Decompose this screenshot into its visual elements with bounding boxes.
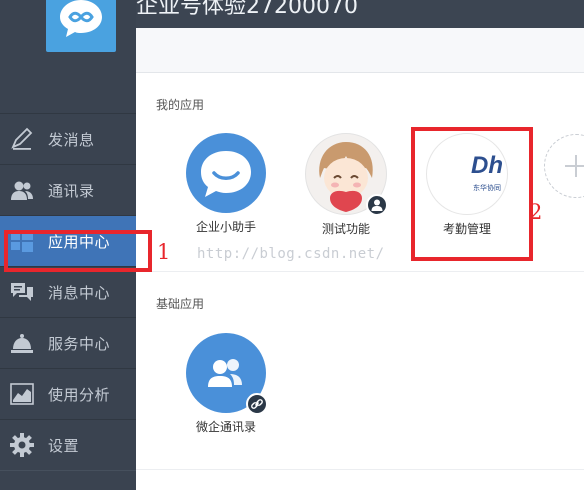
plus-icon <box>565 155 584 177</box>
add-app-button[interactable] <box>544 134 584 198</box>
annotation-label-1: 1 <box>157 240 171 264</box>
section-divider <box>136 469 584 470</box>
app-test-function[interactable]: 测试功能 <box>298 133 394 237</box>
content-toolbar <box>136 28 584 73</box>
sidebar-item-usage-analysis[interactable]: 使用分析 <box>0 368 136 420</box>
page-title: 企业号体验27200070 <box>136 0 358 19</box>
top-header: 企业号体验27200070 <box>136 0 584 28</box>
pencil-icon <box>11 127 33 150</box>
app-wechat-contacts[interactable]: 微企通讯录 <box>178 333 274 435</box>
sidebar-item-label: 通讯录 <box>48 182 95 200</box>
app-logo[interactable] <box>46 0 116 52</box>
app-name: 测试功能 <box>321 222 370 236</box>
sidebar-item-settings[interactable]: 设置 <box>0 419 136 471</box>
sidebar-item-label: 服务中心 <box>48 335 111 353</box>
chat-bubbles-icon <box>11 283 33 301</box>
app-name: 企业小助手 <box>195 220 256 234</box>
annotation-box-1 <box>4 230 152 272</box>
sidebar-item-label: 发消息 <box>48 131 95 149</box>
sidebar-item-message-center[interactable]: 消息中心 <box>0 266 136 318</box>
sidebar-item-label: 设置 <box>48 437 80 455</box>
sidebar-item-label: 使用分析 <box>48 386 111 404</box>
watermark-text: http://blog.csdn.net/ <box>197 246 385 262</box>
gear-icon <box>10 433 34 457</box>
chat-logo-icon <box>60 0 102 37</box>
app-enterprise-assistant[interactable]: 企业小助手 <box>178 133 274 235</box>
my-apps-title: 我的应用 <box>156 98 205 112</box>
user-badge-icon <box>366 194 388 216</box>
sidebar-item-send-message[interactable]: 发消息 <box>0 113 136 165</box>
sidebar-item-contacts[interactable]: 通讯录 <box>0 164 136 216</box>
chat-bubble-smile-icon <box>186 133 266 213</box>
section-divider <box>136 271 584 272</box>
contacts-icon <box>11 181 33 200</box>
sidebar-item-label: 消息中心 <box>48 284 111 302</box>
annotation-label-2: 2 <box>529 200 543 224</box>
app-name: 微企通讯录 <box>195 420 256 434</box>
annotation-box-2 <box>411 127 533 261</box>
sidebar-item-service-center[interactable]: 服务中心 <box>0 317 136 369</box>
contacts-group-icon <box>186 333 268 415</box>
analytics-chart-icon <box>10 383 34 405</box>
basic-apps-title: 基础应用 <box>156 297 205 311</box>
link-badge-icon <box>246 393 268 415</box>
cartoon-avatar-icon <box>305 133 388 216</box>
service-bell-icon <box>11 334 33 353</box>
